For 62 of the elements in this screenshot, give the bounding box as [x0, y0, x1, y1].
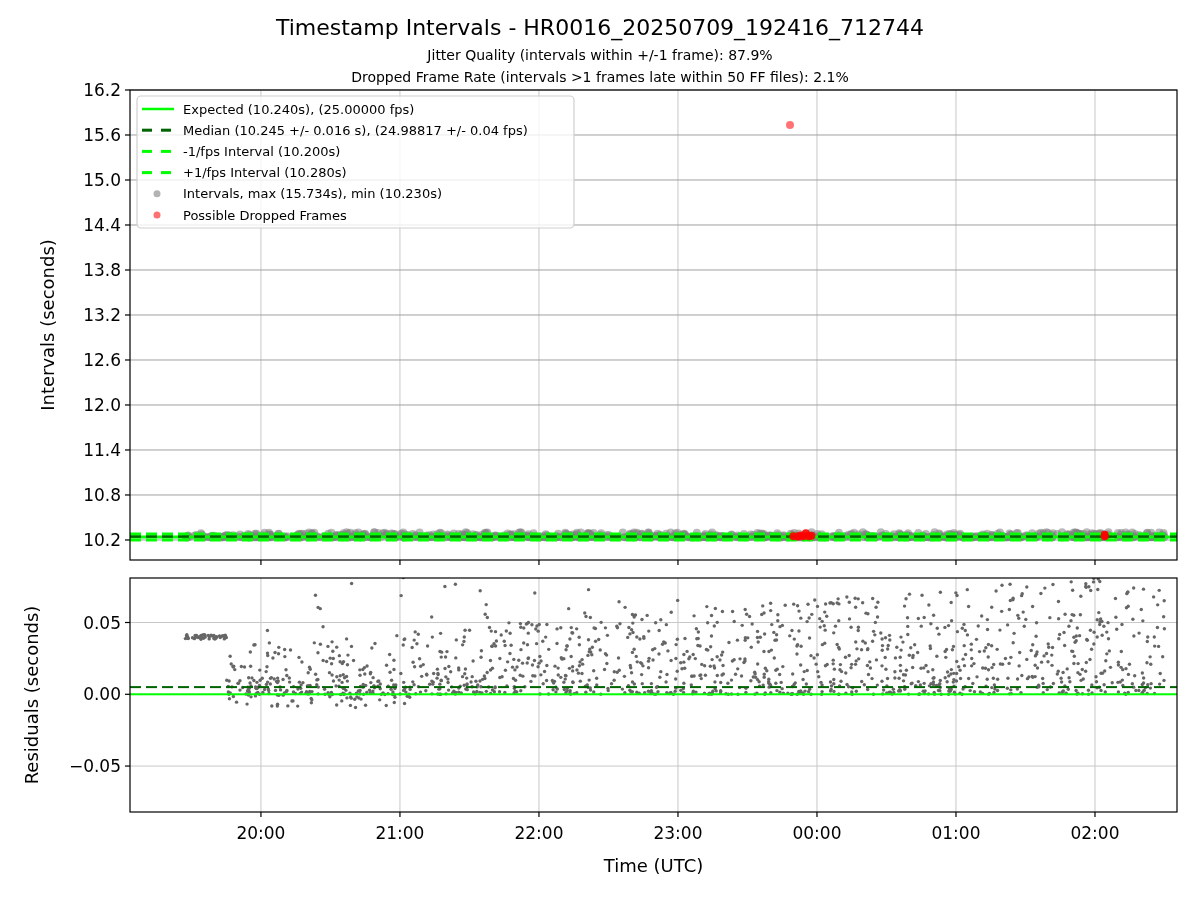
tick-mark — [125, 224, 130, 226]
axis-tick-label: −0.05 — [68, 756, 121, 777]
tick-mark — [125, 359, 130, 361]
tick-mark — [538, 812, 540, 817]
tick-mark — [125, 89, 130, 91]
axis-tick-label: 12.0 — [83, 395, 121, 415]
legend-label: +1/fps Interval (10.280s) — [183, 165, 347, 181]
axis-tick-label: 0.05 — [83, 612, 121, 633]
tick-mark — [125, 539, 130, 541]
tick-mark — [125, 314, 130, 316]
legend-label: Median (10.245 +/- 0.016 s), (24.98817 +/- 0.04 fps) — [183, 122, 528, 138]
axis-tick-label: 12.6 — [83, 350, 121, 370]
tick-mark — [1094, 560, 1096, 565]
axis-tick-label: 13.2 — [83, 305, 121, 325]
chart-title: Timestamp Intervals - HR0016_20250709_192416_712744 — [275, 14, 925, 43]
axis-tick-label: 20:00 — [236, 823, 286, 843]
legend-label: Possible Dropped Frames — [183, 207, 347, 223]
tick-mark — [677, 560, 679, 565]
axis-tick-label: 11.4 — [83, 440, 121, 460]
tick-mark — [125, 494, 130, 496]
axis-tick-label: 23:00 — [653, 823, 703, 843]
tick-mark — [125, 693, 130, 695]
axis-tick-label: 0.00 — [83, 684, 121, 705]
axis-tick-label: 15.0 — [83, 170, 121, 190]
axis-tick-label: 10.8 — [83, 485, 121, 505]
axis-tick-label: 01:00 — [931, 823, 981, 843]
tick-mark — [125, 269, 130, 271]
legend-label: Intervals, max (15.734s), min (10.230s) — [183, 186, 442, 202]
tick-mark — [125, 449, 130, 451]
axis-tick-label: 22:00 — [514, 823, 564, 843]
tick-mark — [125, 404, 130, 406]
axis-tick-label: 21:00 — [375, 823, 425, 843]
axis-label: Residuals (seconds) — [21, 605, 42, 785]
tick-mark — [399, 812, 401, 817]
legend-label: -1/fps Interval (10.200s) — [183, 143, 341, 159]
axis-label: Time (UTC) — [603, 855, 704, 876]
tick-mark — [260, 812, 262, 817]
tick-mark — [260, 560, 262, 565]
tick-mark — [955, 812, 957, 817]
tick-mark — [816, 812, 818, 817]
tick-mark — [1094, 812, 1096, 817]
tick-mark — [125, 179, 130, 181]
tick-mark — [399, 560, 401, 565]
data-point — [786, 120, 794, 129]
axis-tick-label: 14.4 — [83, 215, 121, 235]
tick-mark — [538, 560, 540, 565]
axis-tick-label: 15.6 — [83, 125, 121, 145]
axis-tick-label: 02:00 — [1070, 823, 1120, 843]
axis-label: Intervals (seconds) — [37, 239, 58, 411]
chart-subtitle: Jitter Quality (intervals within +/-1 frame): 87.9% — [427, 46, 773, 65]
tick-mark — [125, 134, 130, 136]
axis-tick-label: 16.2 — [83, 80, 121, 100]
axis-tick-label: 13.8 — [83, 260, 121, 280]
tick-mark — [125, 765, 130, 767]
tick-mark — [125, 621, 130, 624]
axis-tick-label: 10.2 — [83, 530, 121, 550]
tick-mark — [677, 812, 679, 817]
axis-tick-label: 00:00 — [792, 823, 842, 843]
tick-mark — [955, 560, 957, 565]
tick-mark — [816, 560, 818, 565]
chart-subtitle: Dropped Frame Rate (intervals >1 frames late within 50 FF files): 2.1% — [351, 68, 849, 87]
legend-label: Expected (10.240s), (25.00000 fps) — [183, 101, 415, 117]
